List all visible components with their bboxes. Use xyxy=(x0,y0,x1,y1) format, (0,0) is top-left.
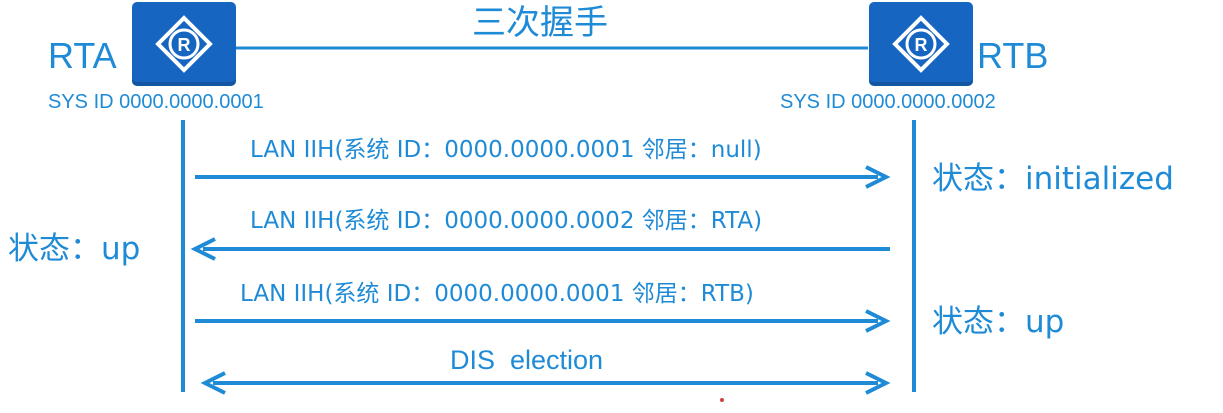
rtb-state-up: 状态：up xyxy=(932,304,1065,340)
router-a-name: RTA xyxy=(48,35,117,76)
message-3-label: LAN IIH(系统 ID：0000.0000.0001 邻居：RTB) xyxy=(240,281,754,307)
dis-election-label: DIS election xyxy=(450,345,604,375)
rta-state-up: 状态：up xyxy=(8,231,141,267)
rtb-state-initialized: 状态：initialized xyxy=(932,161,1174,197)
router-icon: R xyxy=(155,15,213,73)
message-2-label: LAN IIH(系统 ID：0000.0000.0002 邻居：RTA) xyxy=(250,208,763,234)
router-a-sys-id: SYS ID 0000.0000.0001 xyxy=(48,91,264,113)
svg-text:R: R xyxy=(915,35,928,55)
router-rta: R xyxy=(132,2,236,86)
svg-text:R: R xyxy=(178,35,191,55)
router-icon: R xyxy=(892,15,950,73)
router-rtb: R xyxy=(869,2,973,86)
handshake-title: 三次握手 xyxy=(472,3,608,43)
router-b-name: RTB xyxy=(977,35,1049,76)
router-b-sys-id: SYS ID 0000.0000.0002 xyxy=(780,91,996,113)
message-1-label: LAN IIH(系统 ID：0000.0000.0001 邻居：null) xyxy=(250,137,762,163)
stray-dot xyxy=(720,398,724,402)
